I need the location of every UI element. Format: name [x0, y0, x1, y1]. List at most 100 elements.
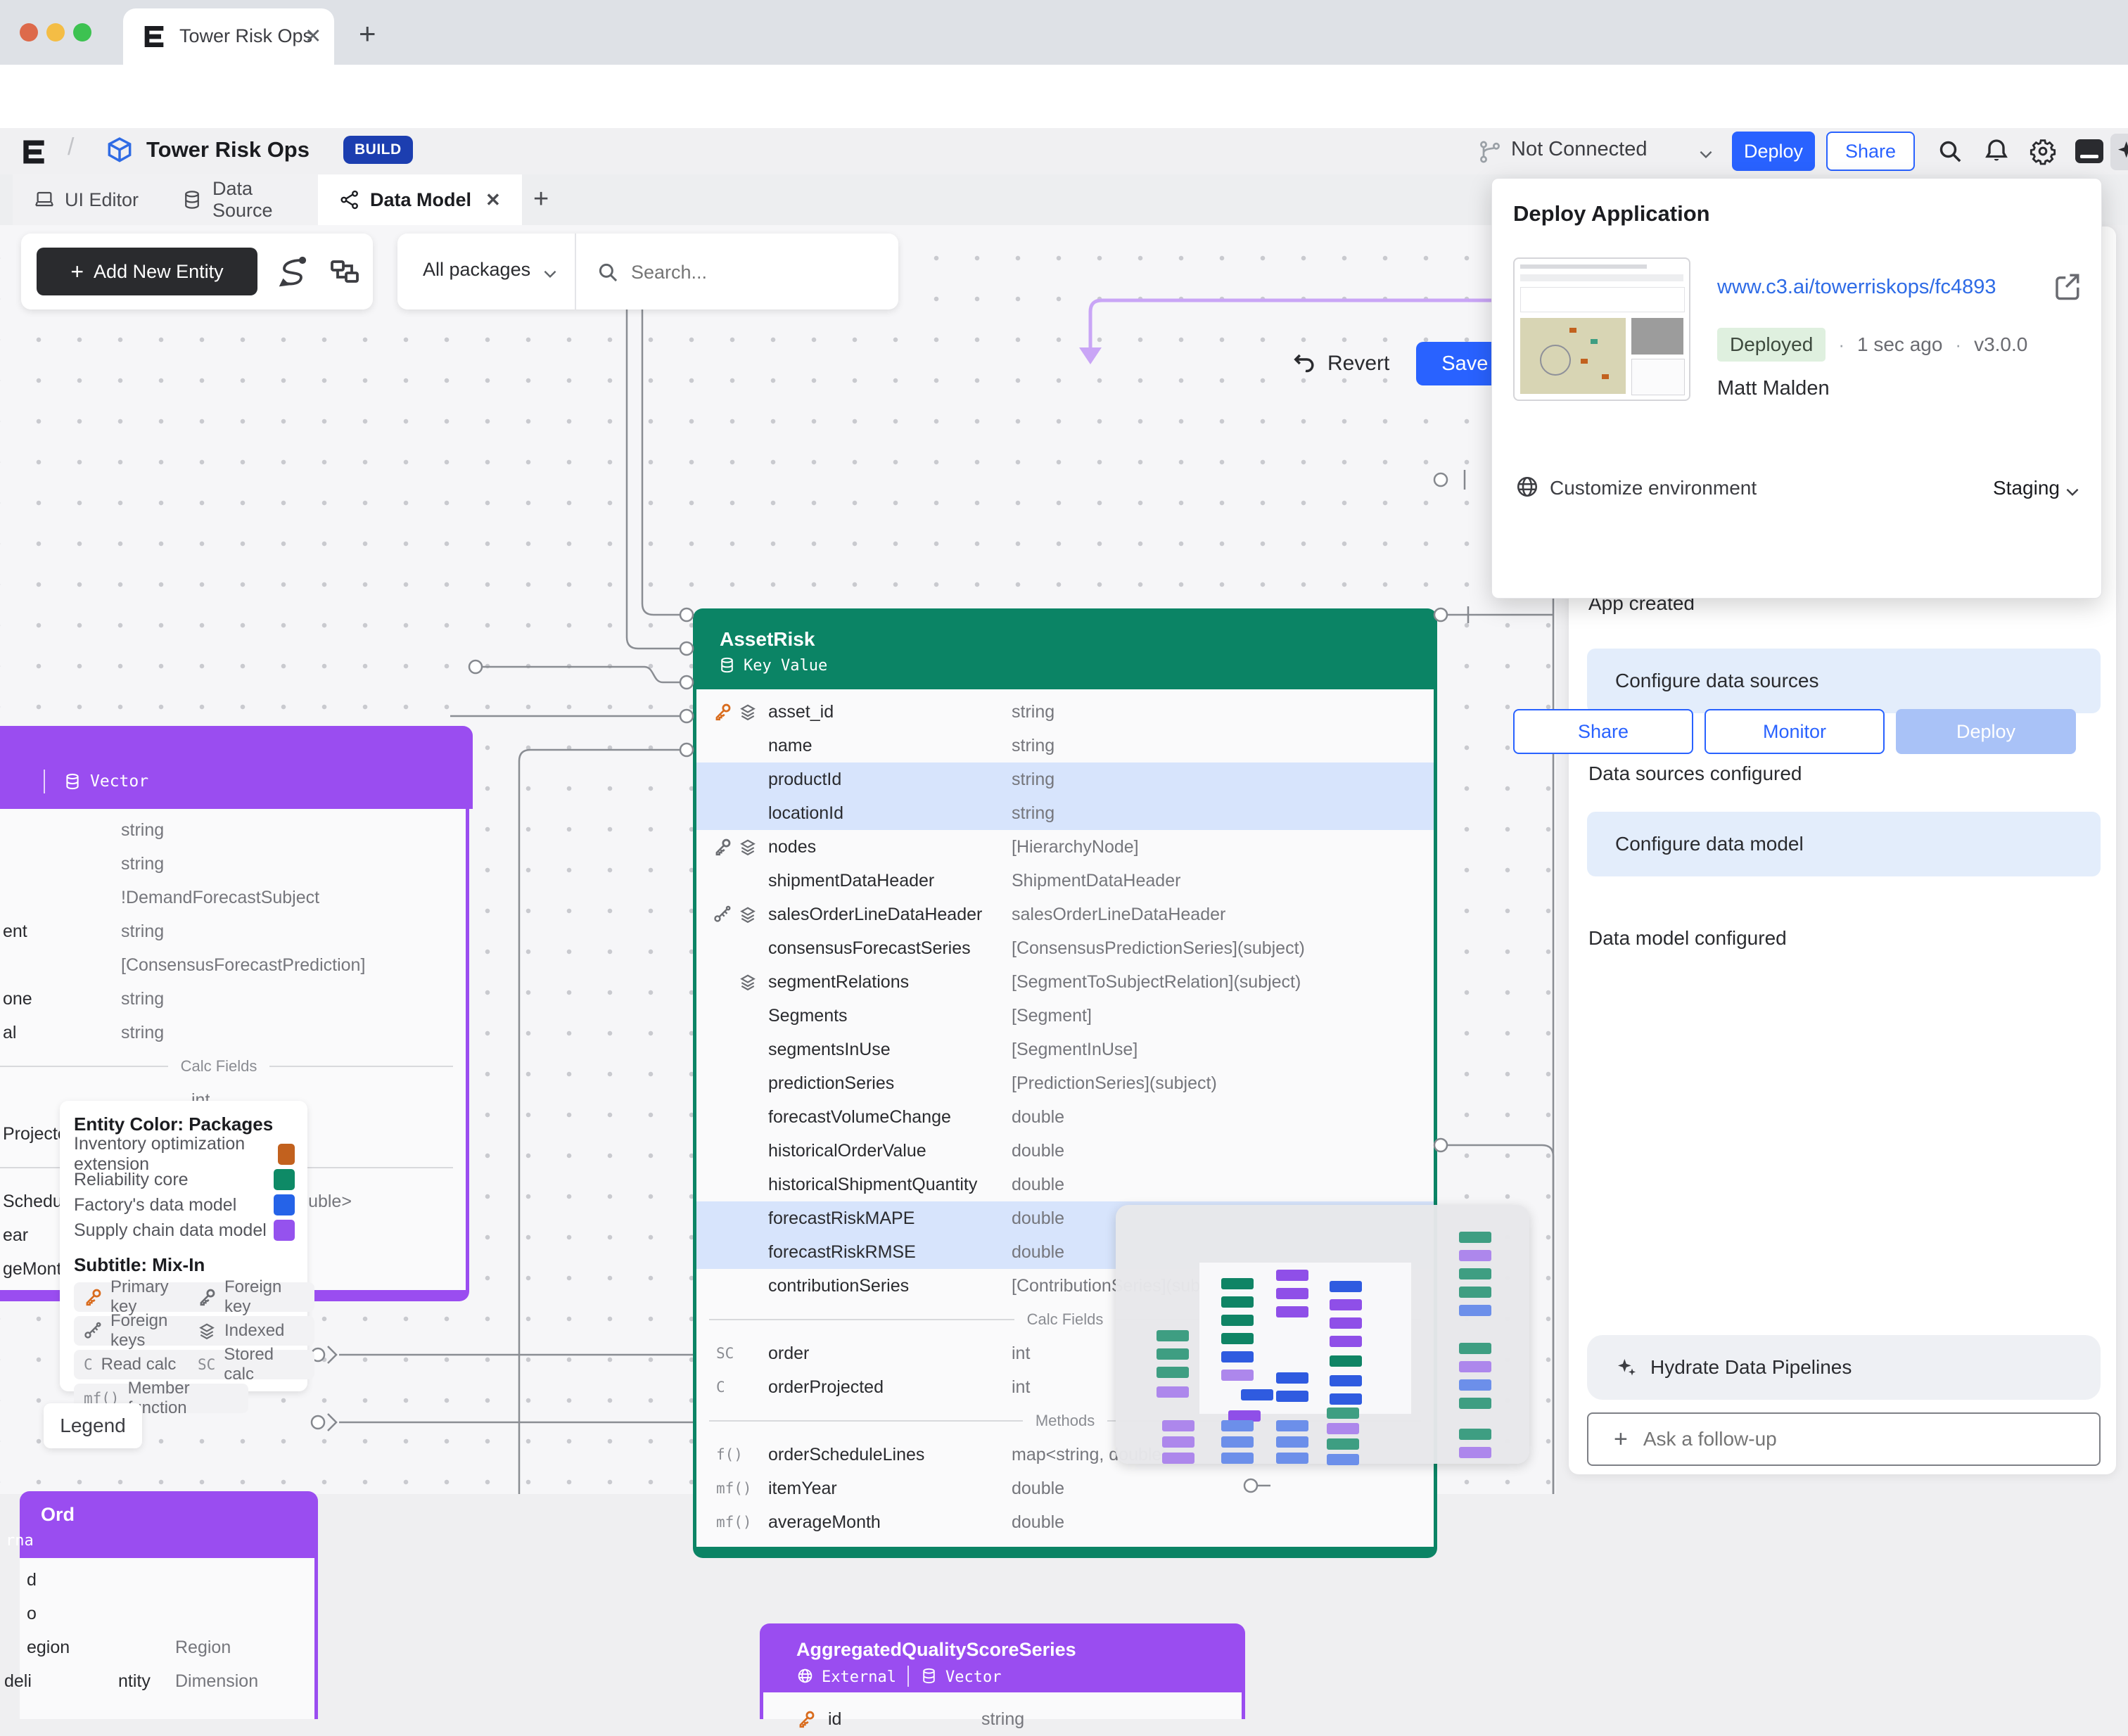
primary-key-icon — [797, 1710, 815, 1728]
legend-icon-item: Indexed — [188, 1316, 314, 1346]
data-model-canvas[interactable]: Vector string string !DemandForecastSubj… — [0, 225, 1556, 1494]
deploy-preview-thumbnail — [1513, 257, 1690, 401]
settings-gear-icon[interactable] — [2029, 137, 2057, 165]
database-icon — [920, 1667, 938, 1685]
entity-mixin-label: Vector — [945, 1668, 1001, 1686]
field-row[interactable]: o — [20, 1597, 314, 1630]
deploy-button[interactable]: Deploy — [1732, 132, 1815, 171]
field-row[interactable]: id string — [763, 1702, 1242, 1736]
c3-logo[interactable] — [18, 136, 49, 167]
minimap-entity-bar — [1221, 1351, 1254, 1362]
minimap-entity-bar — [1330, 1281, 1362, 1292]
tab-ui-editor[interactable]: UI Editor — [13, 174, 179, 225]
attach-plus-icon[interactable]: + — [1614, 1426, 1628, 1453]
followup-text-input[interactable] — [1642, 1427, 2067, 1451]
deployed-ago: 1 sec ago — [1857, 333, 1942, 356]
assistant-action-bubble[interactable]: Configure data model — [1587, 812, 2101, 876]
field-name: ntity — [118, 1671, 151, 1692]
minimap-entity-bar — [1327, 1438, 1359, 1450]
minimap-entity-bar — [1221, 1333, 1254, 1344]
sparkles-icon — [1615, 1356, 1638, 1379]
external-link-icon[interactable] — [2052, 272, 2082, 301]
browser-tab[interactable]: Tower Risk Ops ✕ — [123, 8, 334, 65]
chevron-down-icon[interactable] — [1697, 145, 1715, 163]
field-name-fragment: deli — [4, 1671, 32, 1692]
tab-data-model[interactable]: Data Model ✕ — [318, 174, 522, 225]
close-window-button[interactable] — [20, 23, 38, 42]
suggestion-chip[interactable]: Hydrate Data Pipelines — [1587, 1335, 2101, 1400]
search-icon[interactable] — [1936, 137, 1964, 165]
entity-fields: doegionRegiondelintityDimension — [20, 1558, 318, 1719]
legend-icon-label: Foreign keys — [110, 1311, 189, 1351]
add-doc-tab-button[interactable]: + — [533, 184, 549, 215]
minimap-entity-bar — [1276, 1270, 1308, 1281]
maximize-window-button[interactable] — [73, 23, 91, 42]
field-row[interactable]: egionRegion — [20, 1630, 314, 1664]
deployed-app-link[interactable]: www.c3.ai/towerriskops/fc4893 — [1717, 276, 1996, 299]
add-new-entity-button[interactable]: +Add New Entity — [37, 248, 257, 295]
legend-toggle-button[interactable]: Legend — [44, 1403, 142, 1448]
minimap-entity-bar — [1459, 1232, 1491, 1243]
tab-close-icon[interactable]: ✕ — [485, 189, 501, 211]
minimap[interactable] — [1116, 1205, 1529, 1464]
minimap-entity-bar — [1330, 1299, 1362, 1310]
chevron-down-icon[interactable] — [2063, 483, 2082, 501]
field-row[interactable]: delintityDimension — [20, 1664, 314, 1698]
ai-sparkles-icon[interactable] — [2115, 138, 2128, 166]
auto-route-icon[interactable] — [276, 255, 310, 288]
packages-filter-dropdown[interactable]: All packages — [423, 259, 530, 281]
entity-header[interactable]: Ord rna — [20, 1491, 318, 1558]
legend-icon-label: Read calc — [101, 1355, 177, 1374]
minimap-entity-bar — [1221, 1453, 1254, 1464]
followup-input[interactable]: + — [1587, 1412, 2101, 1466]
breadcrumb-separator: / — [68, 134, 74, 161]
minimap-entity-bar — [1221, 1370, 1254, 1381]
minimap-entity-bar — [1157, 1386, 1189, 1398]
calc-badge: SC — [198, 1356, 215, 1373]
share-button[interactable]: Share — [1826, 132, 1915, 171]
legend-icon-label: Foreign key — [224, 1277, 305, 1317]
auto-layout-icon[interactable] — [328, 255, 362, 288]
minimap-entity-bar — [1459, 1305, 1491, 1316]
environment-dropdown[interactable]: Staging — [1993, 477, 2060, 499]
minimap-entity-bar — [1276, 1288, 1308, 1299]
minimap-entity-bar — [1221, 1315, 1254, 1326]
chevron-down-icon[interactable] — [541, 264, 559, 283]
revert-button[interactable]: Revert — [1327, 352, 1389, 376]
search-input[interactable] — [630, 255, 879, 290]
entity-header[interactable]: AggregatedQualityScoreSeries External Ve… — [760, 1623, 1245, 1692]
connection-status[interactable]: Not Connected — [1511, 138, 1647, 161]
minimap-entity-bar — [1459, 1343, 1491, 1354]
minimize-window-button[interactable] — [46, 23, 65, 42]
minimap-entity-bar — [1157, 1367, 1189, 1378]
field-row[interactable]: mf()averageMonthdouble — [696, 1505, 1434, 1539]
git-branch-icon — [1477, 139, 1503, 165]
popup-deploy-button-disabled[interactable]: Deploy — [1896, 709, 2076, 754]
assistant-action-bubble[interactable]: Configure data sources — [1587, 649, 2101, 713]
minimap-entity-bar — [1162, 1453, 1194, 1464]
minimap-entity-bar — [1276, 1306, 1308, 1317]
minimap-entity-bar — [1459, 1361, 1491, 1372]
browser-toolbar: ← → ↻ c3.ai/Studio/TowerRiskOps ⋮ — [0, 65, 2128, 129]
notifications-bell-icon[interactable] — [1982, 137, 2011, 165]
entity-card-order[interactable]: Ord rna doegionRegiondelintityDimension — [20, 1491, 318, 1719]
plus-icon: + — [70, 259, 84, 285]
new-tab-button[interactable]: + — [359, 17, 376, 51]
minimap-entity-bar — [1157, 1330, 1189, 1341]
field-row[interactable]: d — [20, 1563, 314, 1597]
popup-share-button[interactable]: Share — [1513, 709, 1693, 754]
tab-close-icon[interactable]: ✕ — [305, 24, 321, 49]
tab-data-source[interactable]: Data Source — [160, 174, 338, 225]
app-title: Tower Risk Ops — [146, 137, 310, 162]
tab-title: Tower Risk Ops — [179, 25, 312, 47]
field-name: id — [828, 1709, 841, 1730]
panel-toggle-icon[interactable] — [2075, 139, 2103, 163]
field-type: string — [981, 1709, 1024, 1730]
minimap-entity-bar — [1459, 1250, 1491, 1261]
legend-icon-item: Primary key — [74, 1282, 199, 1312]
entity-card-aggregated[interactable]: AggregatedQualityScoreSeries External Ve… — [760, 1623, 1245, 1719]
minimap-entities — [1116, 1205, 1529, 1464]
popup-monitor-button[interactable]: Monitor — [1705, 709, 1885, 754]
globe-icon — [796, 1667, 814, 1685]
status-badge: Deployed — [1717, 328, 1826, 362]
